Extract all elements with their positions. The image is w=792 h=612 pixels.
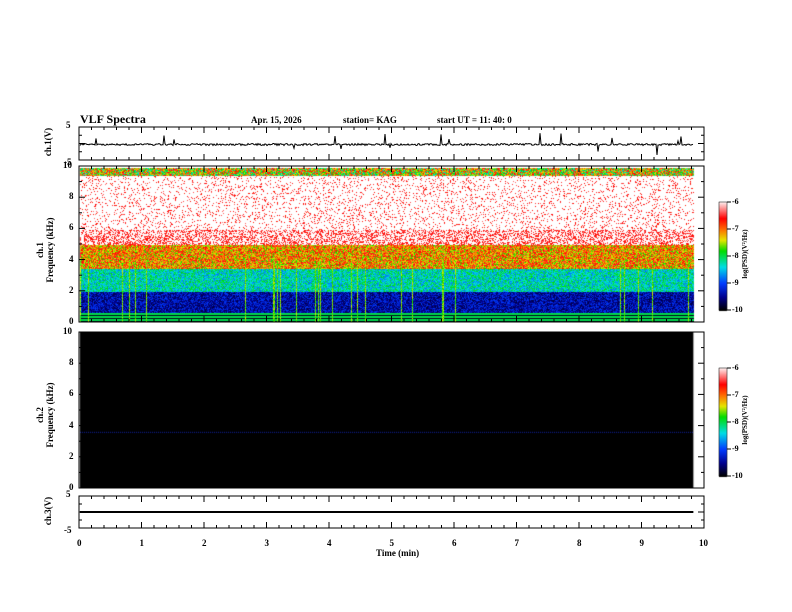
x-tick-label: 6 [452,538,457,548]
y-tick-label: 10 [63,160,72,170]
colorbar-frame [718,201,728,311]
frequency-label: Frequency (kHz) [45,382,55,448]
date-label: Apr. 15, 2026 [251,115,302,125]
y-tick-label: 2 [69,450,74,461]
colorbar-tick-label: -9 [732,444,739,453]
y-tick-label: 0 [69,316,74,326]
x-tick-label: 3 [264,538,270,548]
x-tick-label: 7 [514,538,520,548]
y-tick-label: 5 [66,120,71,130]
y-tick-label: -5 [64,525,72,535]
figure-title: VLF Spectra [80,112,146,126]
ch2-label: ch.2 [35,407,45,423]
vlf-spectra-figure: VLF Spectra Apr. 15, 2026 station= KAG s… [0,0,792,612]
colorbar-tick-label: -7 [732,224,739,233]
x-tick-label: 9 [639,538,645,548]
y-tick-label: 4 [69,419,74,430]
x-tick-label: 5 [389,538,395,548]
colorbar-tick-label: -10 [732,471,743,480]
colorbar-tick-label: -10 [732,305,743,314]
x-tick-label: 0 [77,538,82,548]
ch3-waveform-ylabel: ch.3(V) [43,496,53,526]
x-tick-label: 1 [139,538,145,548]
x-tick-label: 10 [699,538,708,548]
colorbar1-label: log(PSD)(V²/Hz) [741,229,749,279]
x-tick-label: 2 [202,538,207,548]
colorbar-tick-label: -9 [732,278,739,287]
colorbar-tick-label: -8 [732,417,739,426]
colorbar-tick-label: -8 [732,251,739,260]
y-tick-label: 2 [69,284,74,295]
colorbar-tick-label: -6 [732,197,739,206]
panel-frame-2 [78,165,705,323]
y-tick-label: 10 [63,326,72,336]
y-tick-label: 6 [69,222,74,233]
x-tick-label: 4 [327,538,332,548]
ch1-waveform-ylabel: ch.1(V) [43,127,53,157]
colorbar2-label: log(PSD)(V²/Hz) [741,395,749,445]
start-time-label: start UT = 11: 40: 0 [437,115,512,125]
ch2-spectrogram-ylabel: ch.2 Frequency (kHz) [35,370,55,460]
axes-svg [78,126,731,529]
panel-frame-3 [78,331,705,489]
y-tick-label: 4 [69,253,74,264]
ch1-waveform-line [79,133,694,156]
y-tick-label: 5 [66,489,71,499]
colorbar-frame [718,367,728,477]
ch1-label: ch.1 [35,242,45,258]
y-tick-label: 6 [69,388,74,399]
y-tick-label: 8 [69,357,74,368]
station-label: station= KAG [343,115,397,125]
x-tick-label: 8 [577,538,582,548]
colorbar-tick-label: -7 [732,390,739,399]
y-tick-label: 8 [69,191,74,202]
x-axis-label: Time (min) [376,548,420,558]
ch1-spectrogram-ylabel: ch.1 Frequency (kHz) [35,205,55,295]
frequency-label: Frequency (kHz) [45,217,55,283]
colorbar-tick-label: -6 [732,363,739,372]
